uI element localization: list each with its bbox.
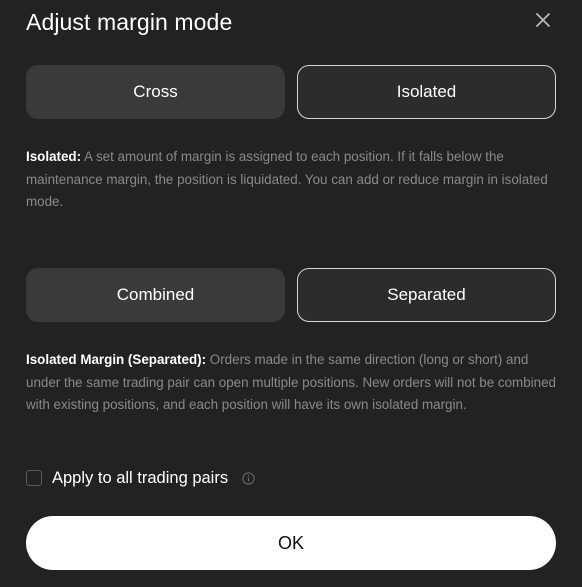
adjust-margin-mode-dialog: Adjust margin mode Cross Isolated Isolat… (0, 0, 582, 587)
margin-type-description-text: A set amount of margin is assigned to ea… (26, 149, 548, 209)
margin-type-description: Isolated: A set amount of margin is assi… (26, 146, 556, 214)
margin-type-description-lead: Isolated: (26, 149, 82, 164)
position-mode-description-lead: Isolated Margin (Separated): (26, 352, 207, 367)
apply-all-checkbox[interactable] (26, 470, 42, 486)
close-button[interactable] (531, 8, 555, 32)
separated-option-button[interactable]: Separated (297, 268, 556, 322)
combined-option-button[interactable]: Combined (26, 268, 285, 322)
dialog-title: Adjust margin mode (26, 9, 233, 35)
apply-all-row[interactable]: Apply to all trading pairs (26, 466, 255, 490)
isolated-option-button[interactable]: Isolated (297, 65, 556, 119)
info-icon[interactable] (242, 471, 255, 485)
ok-button[interactable]: OK (26, 516, 556, 570)
close-icon (536, 13, 550, 27)
cross-option-button[interactable]: Cross (26, 65, 285, 119)
apply-all-label: Apply to all trading pairs (52, 468, 229, 487)
position-mode-description: Isolated Margin (Separated): Orders made… (26, 349, 556, 417)
